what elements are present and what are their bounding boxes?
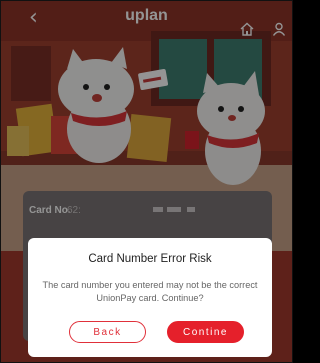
dialog-title: Card Number Error Risk	[88, 253, 212, 265]
app-frame: ‹ uplan Card No. 62: Card Number Error R…	[0, 0, 293, 363]
error-dialog: Card Number Error Risk The card number y…	[28, 238, 272, 357]
back-button[interactable]: Back	[69, 321, 146, 343]
dialog-message: The card number you entered may not be t…	[42, 280, 258, 303]
continue-button[interactable]: Contine	[167, 321, 244, 343]
